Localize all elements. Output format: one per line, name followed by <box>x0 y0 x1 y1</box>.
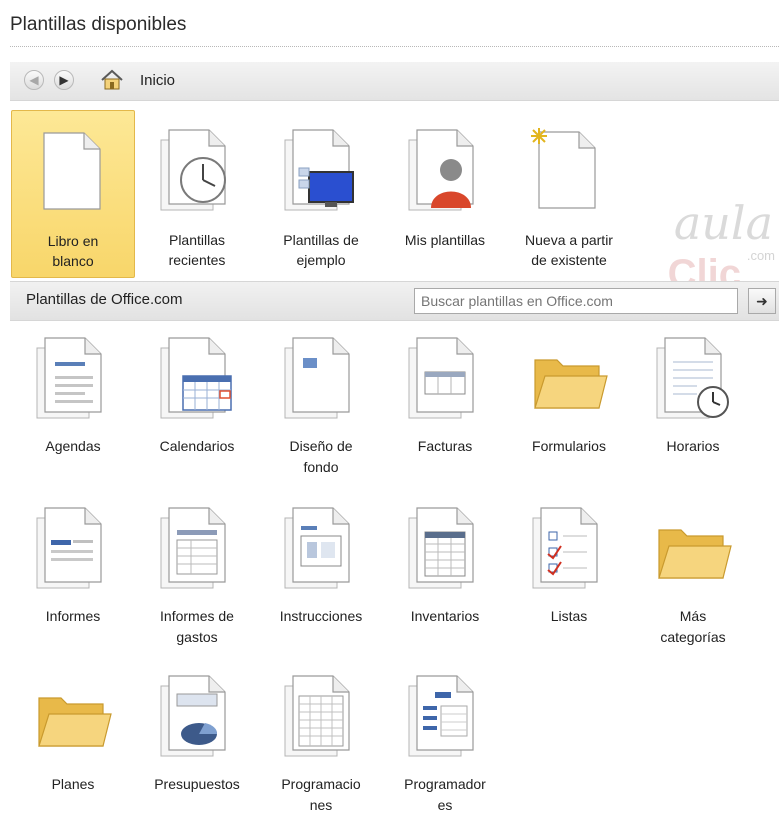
new-from-existing-tile[interactable]: Nueva a partir de existente <box>507 110 631 278</box>
category-label: Instrucciones <box>279 608 363 624</box>
category-label: Planes <box>51 776 95 792</box>
category-tile[interactable]: Informes de gastos <box>135 490 259 650</box>
programming-spreadsheet-icon <box>281 670 361 760</box>
tile-label: Libro en blanco <box>47 233 99 269</box>
folder-icon <box>529 332 609 422</box>
planner-document-icon <box>405 670 485 760</box>
category-tile[interactable]: Programador es <box>383 658 507 818</box>
category-tile[interactable]: Inventarios <box>383 490 507 650</box>
category-label: Programador es <box>404 776 486 813</box>
category-label: Agendas <box>45 438 101 454</box>
tile-label: Plantillas de ejemplo <box>283 232 359 268</box>
category-tile[interactable]: Más categorías <box>631 490 755 650</box>
recent-templates-tile[interactable]: Plantillas recientes <box>135 110 259 278</box>
back-arrow-icon[interactable]: ◀ <box>24 70 44 90</box>
my-templates-tile[interactable]: Mis plantillas <box>383 110 507 278</box>
home-icon[interactable] <box>100 69 124 91</box>
user-document-icon <box>405 124 485 214</box>
category-label: Más categorías <box>660 608 726 645</box>
category-tile[interactable]: Programacio nes <box>259 658 383 818</box>
agenda-document-icon <box>33 332 113 422</box>
expense-report-icon <box>157 502 237 592</box>
title-divider <box>10 46 779 47</box>
arrow-right-icon[interactable]: ➜ <box>748 288 776 314</box>
tile-label: Nueva a partir de existente <box>525 232 613 268</box>
category-label: Horarios <box>666 438 720 454</box>
sample-monitor-icon <box>281 124 354 214</box>
search-templates-input[interactable] <box>414 288 738 314</box>
section-title: Plantillas de Office.com <box>26 291 183 308</box>
report-document-icon <box>33 502 113 592</box>
blank-document-icon <box>34 125 114 215</box>
inventory-document-icon <box>405 502 485 592</box>
category-label: Presupuestos <box>154 776 240 792</box>
new-from-existing-icon <box>531 128 609 214</box>
background-document-icon <box>281 332 361 422</box>
forward-arrow-icon[interactable]: ▶ <box>54 70 74 90</box>
category-label: Formularios <box>532 438 606 454</box>
category-label: Inventarios <box>410 608 480 624</box>
sample-templates-tile[interactable]: Plantillas de ejemplo <box>259 110 383 278</box>
clock-document-icon <box>157 124 226 214</box>
category-tile[interactable]: Formularios <box>507 320 631 480</box>
calendar-document-icon <box>157 332 232 422</box>
tile-label: Mis plantillas <box>404 232 486 248</box>
category-tile[interactable]: Planes <box>11 658 135 818</box>
category-label: Informes <box>45 608 101 624</box>
instructions-document-icon <box>281 502 361 592</box>
blank-workbook-tile[interactable]: Libro en blanco <box>11 110 135 278</box>
category-tile[interactable]: Listas <box>507 490 631 650</box>
category-label: Diseño de fondo <box>289 438 353 475</box>
category-tile[interactable]: Calendarios <box>135 320 259 480</box>
invoice-document-icon <box>405 332 485 422</box>
folder-icon <box>653 502 733 592</box>
category-label: Listas <box>550 608 588 624</box>
category-tile[interactable]: Presupuestos <box>135 658 259 818</box>
category-tile[interactable]: Diseño de fondo <box>259 320 383 480</box>
category-tile[interactable]: Informes <box>11 490 135 650</box>
office-templates-bar: Plantillas de Office.com ➜ <box>10 281 779 321</box>
category-tile[interactable]: Horarios <box>631 320 755 480</box>
home-label[interactable]: Inicio <box>140 72 175 89</box>
schedule-clock-icon <box>653 332 729 422</box>
navigation-bar: ◀ ▶ Inicio <box>10 62 779 101</box>
category-label: Calendarios <box>159 438 235 454</box>
category-label: Programacio nes <box>281 776 361 813</box>
category-label: Facturas <box>417 438 473 454</box>
checklist-document-icon <box>529 502 609 592</box>
folder-icon <box>33 670 113 760</box>
category-label: Informes de gastos <box>160 608 234 645</box>
category-tile[interactable]: Agendas <box>11 320 135 480</box>
page-title: Plantillas disponibles <box>10 14 187 35</box>
budget-pie-document-icon <box>157 670 237 760</box>
category-tile[interactable]: Facturas <box>383 320 507 480</box>
category-tile[interactable]: Instrucciones <box>259 490 383 650</box>
tile-label: Plantillas recientes <box>168 232 226 268</box>
